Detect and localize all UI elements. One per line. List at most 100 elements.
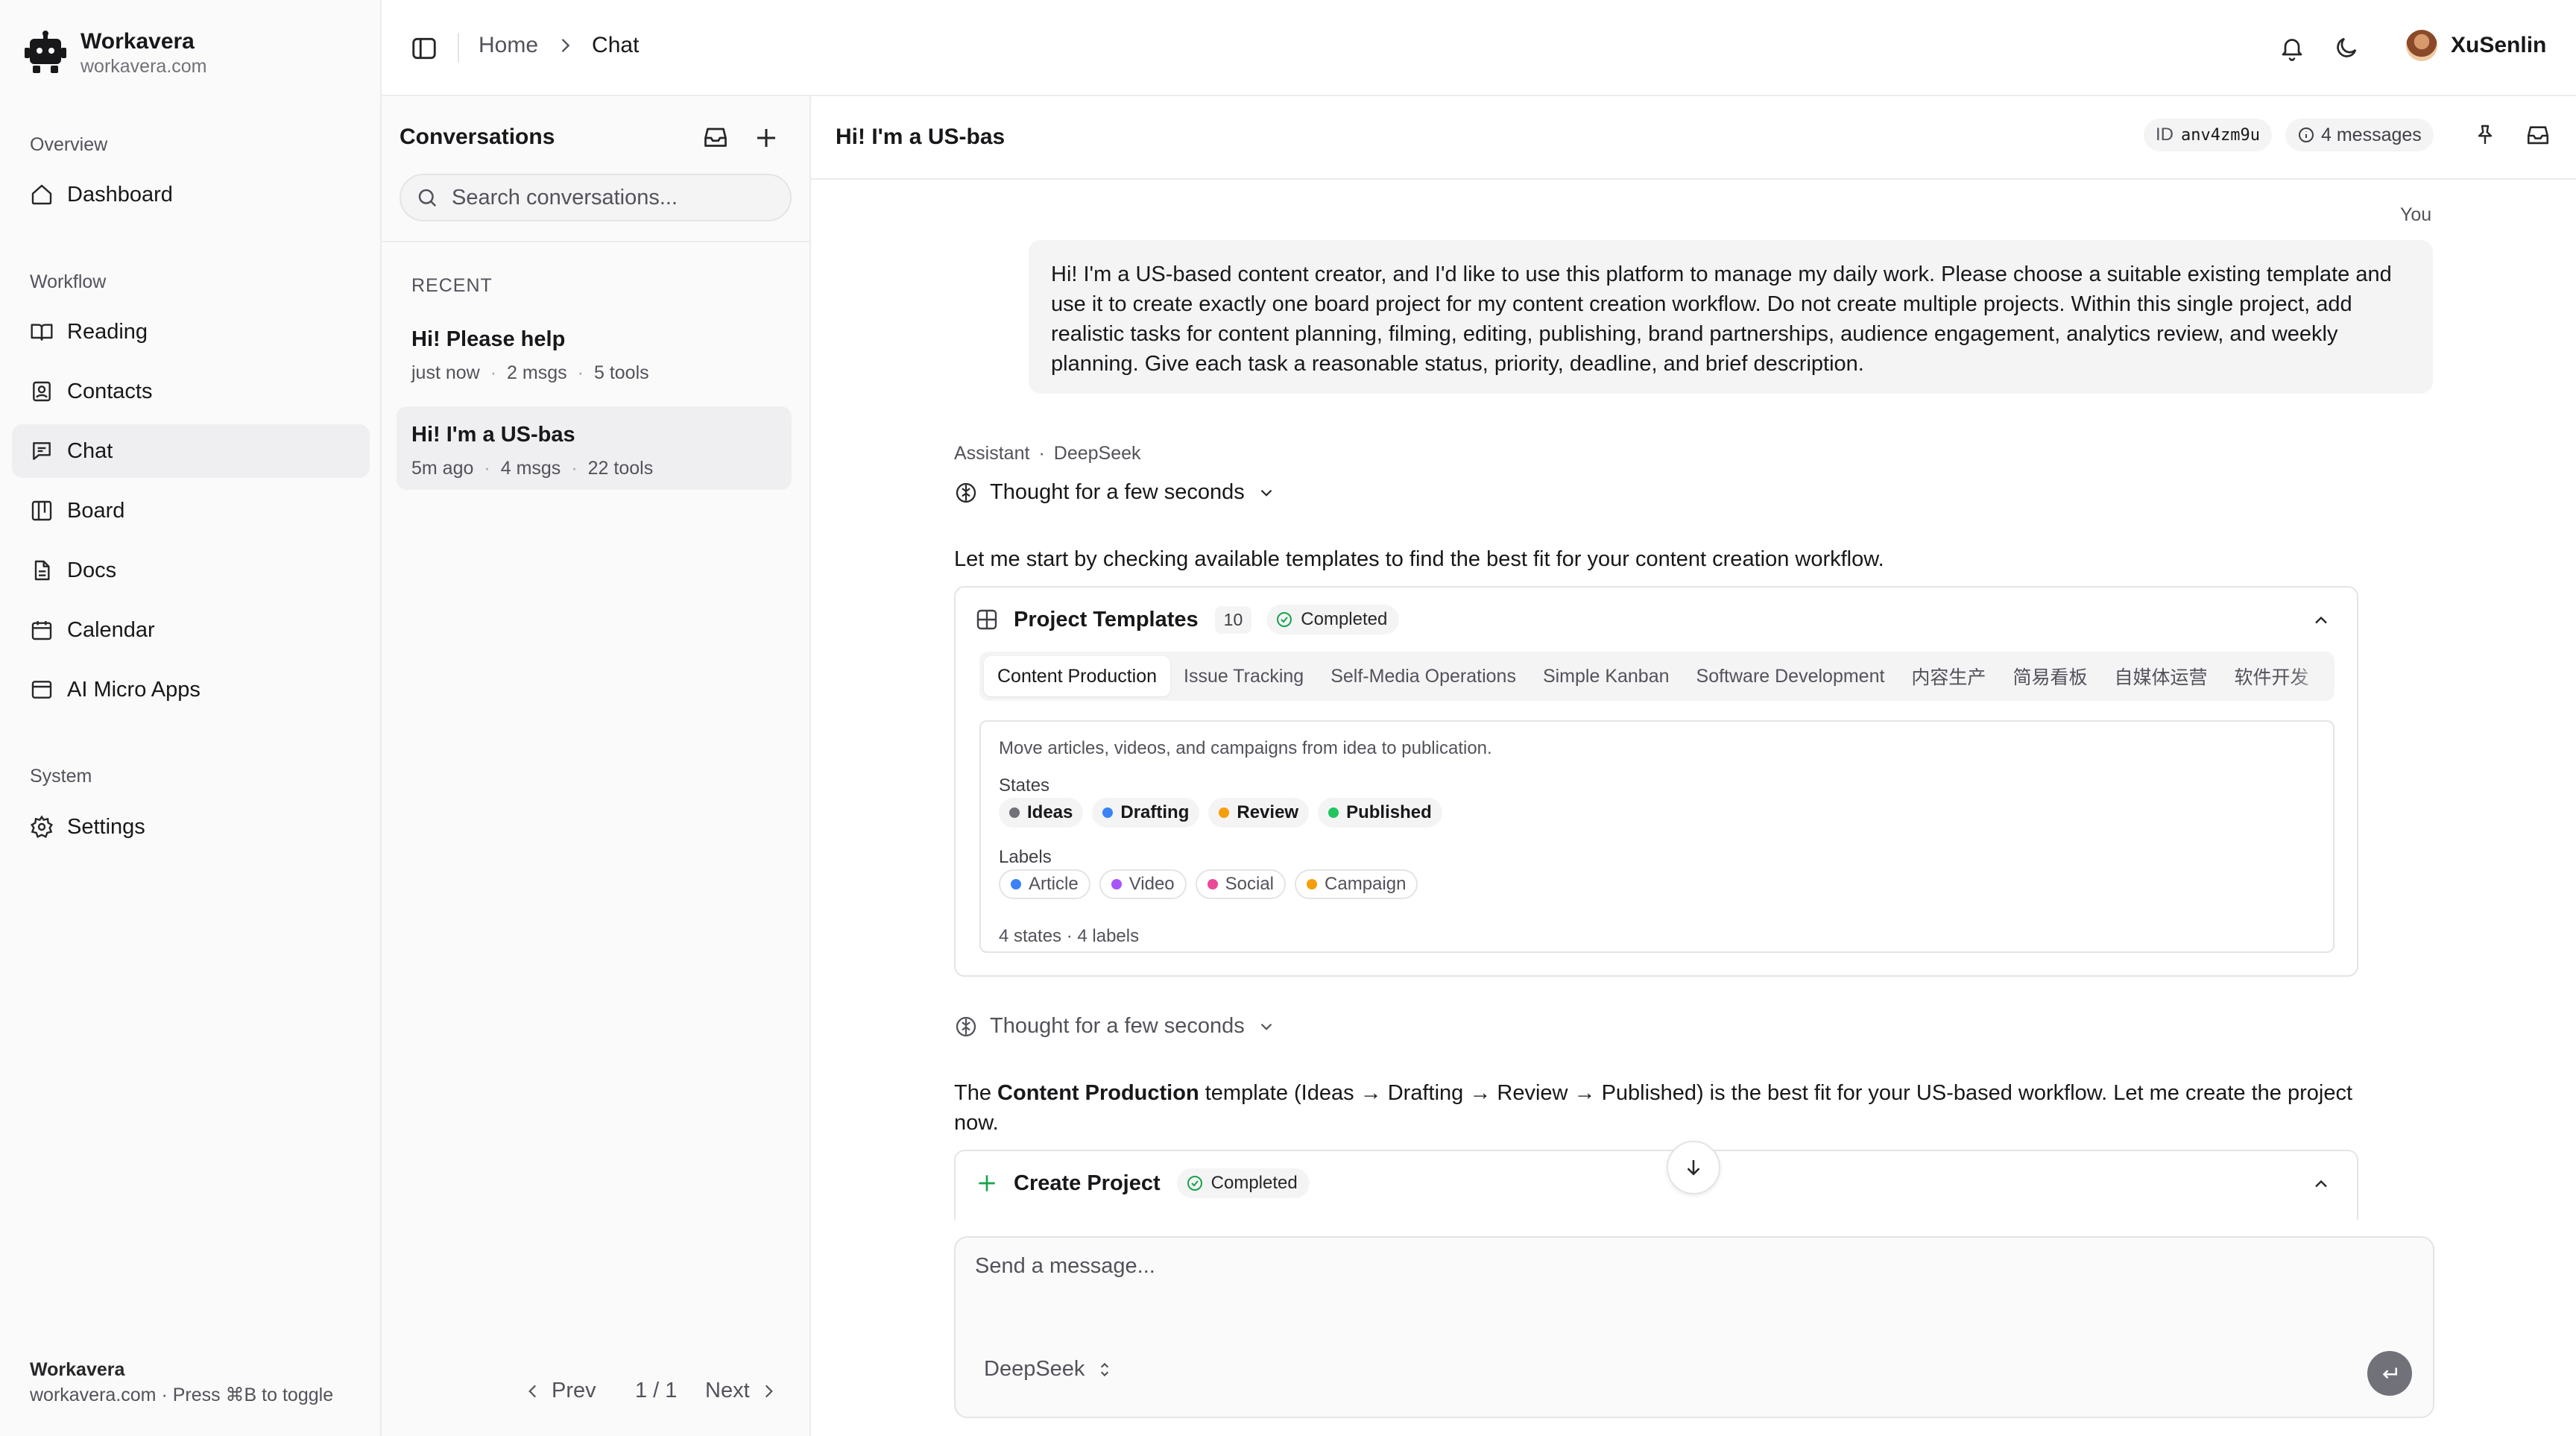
thought-label: Thought for a few seconds xyxy=(990,1014,1245,1038)
sidebar-item-chat[interactable]: Chat xyxy=(12,424,370,478)
conversations-panel: Conversations RECENT Hi! Please help jus… xyxy=(382,96,811,1436)
user-message: Hi! I'm a US-based content creator, and … xyxy=(1029,240,2433,394)
brain-icon xyxy=(956,1016,976,1036)
conversation-tools: 5 tools xyxy=(593,362,649,383)
search-input[interactable] xyxy=(450,184,778,211)
sidebar-item-docs[interactable]: Docs xyxy=(12,544,370,597)
archive-icon[interactable] xyxy=(702,125,729,151)
plus-icon xyxy=(979,1175,995,1191)
tab-software-development[interactable]: Software Development xyxy=(1683,656,1898,696)
info-icon xyxy=(2299,127,2314,142)
search-icon xyxy=(418,189,437,207)
chevron-up-icon[interactable] xyxy=(2311,1174,2332,1194)
state-name: Review xyxy=(1237,802,1299,822)
top-header: Home Chat XuSenlin xyxy=(382,0,2576,96)
chevron-down-icon xyxy=(1260,1023,1272,1030)
conversation-msgs: 4 msgs xyxy=(500,458,561,479)
tool-name: Create Project xyxy=(1014,1171,1161,1195)
tab-simple-kanban-zh[interactable]: 简易看板 xyxy=(1999,656,2100,696)
conversation-search xyxy=(400,174,792,221)
brand[interactable]: Workavera workavera.com xyxy=(22,28,207,78)
tool-card-create-project: Create Project Completed xyxy=(954,1150,2358,1220)
divider xyxy=(382,241,811,242)
board-icon xyxy=(31,500,52,521)
thought-label: Thought for a few seconds xyxy=(990,480,1245,504)
apps-icon xyxy=(31,681,52,699)
conversation-item-active[interactable]: Hi! I'm a US-bas 5m ago · 4 msgs · 22 tools xyxy=(397,406,792,490)
id-value: anv4zm9u xyxy=(2181,125,2260,145)
moon-icon[interactable] xyxy=(2333,34,2360,61)
check-circle-icon xyxy=(1277,612,1292,627)
tab-content-production-zh[interactable]: 内容生产 xyxy=(1898,656,1999,696)
conversation-id-badge[interactable]: ID anv4zm9u xyxy=(2144,119,2272,151)
breadcrumb: Home Chat xyxy=(479,33,639,58)
nav-section-system: System xyxy=(30,766,92,787)
pin-icon[interactable] xyxy=(2473,123,2497,147)
next-button[interactable]: Next xyxy=(705,1379,778,1403)
status-label: Completed xyxy=(1210,1173,1298,1193)
breadcrumb-home[interactable]: Home xyxy=(479,33,538,58)
conversation-msgs: 2 msgs xyxy=(507,362,567,383)
conversation-time: 5m ago xyxy=(411,458,474,479)
assistant-text: The Content Production template (Ideas →… xyxy=(954,1078,2355,1138)
scroll-to-bottom-button[interactable] xyxy=(1667,1141,1720,1194)
plus-icon[interactable] xyxy=(753,125,780,151)
user-menu[interactable]: XuSenlin xyxy=(2406,30,2546,61)
tool-card-header[interactable]: Project Templates 10 Completed xyxy=(956,588,2357,652)
template-description: Move articles, videos, and campaigns fro… xyxy=(999,738,1492,758)
sidebar-item-board[interactable]: Board xyxy=(12,484,370,538)
bell-icon[interactable] xyxy=(2279,34,2305,61)
enter-icon xyxy=(2382,1367,2397,1379)
sidebar-footer: Workavera workavera.com · Press ⌘B to to… xyxy=(30,1357,333,1408)
conversation-title: Hi! I'm a US-bas xyxy=(411,423,575,447)
label-dot xyxy=(1307,879,1318,889)
state-chips: Ideas Drafting Review Published xyxy=(999,798,1451,828)
sidebar-item-contacts[interactable]: Contacts xyxy=(12,365,370,418)
prev-label: Prev xyxy=(552,1379,596,1402)
sidebar-item-label: Dashboard xyxy=(67,182,173,207)
status-label: Completed xyxy=(1301,609,1388,629)
prev-button[interactable]: Prev xyxy=(523,1379,596,1403)
chevron-right-icon xyxy=(561,39,570,52)
conversation-item[interactable]: Hi! Please help just now · 2 msgs · 5 tools xyxy=(397,311,792,394)
label-name: Article xyxy=(1029,874,1079,894)
sidebar-item-calendar[interactable]: Calendar xyxy=(12,603,370,657)
archive-icon[interactable] xyxy=(2525,123,2551,148)
sidebar-item-label: Calendar xyxy=(67,617,155,642)
model-name: DeepSeek xyxy=(984,1357,1085,1381)
labels-heading: Labels xyxy=(999,847,1052,867)
thought-toggle[interactable]: Thought for a few seconds xyxy=(954,1014,1276,1039)
sidebar-item-ai-micro-apps[interactable]: AI Micro Apps xyxy=(12,663,370,717)
robot-logo-icon xyxy=(25,31,66,73)
sidebar-toggle-icon[interactable] xyxy=(410,34,438,63)
tab-issue-tracking[interactable]: Issue Tracking xyxy=(1170,656,1317,696)
main-sidebar: Workavera workavera.com Overview Dashboa… xyxy=(0,0,382,1436)
sidebar-item-reading[interactable]: Reading xyxy=(12,305,370,359)
thought-toggle[interactable]: Thought for a few seconds xyxy=(954,480,1276,505)
tab-self-media-operations[interactable]: Self-Media Operations xyxy=(1317,656,1530,696)
chevron-up-icon[interactable] xyxy=(2311,610,2332,631)
send-button[interactable] xyxy=(2367,1351,2412,1396)
message-input[interactable] xyxy=(973,1253,2390,1312)
assistant-model: DeepSeek xyxy=(1053,443,1141,464)
conversation-title: Hi! Please help xyxy=(411,327,566,351)
label-dot xyxy=(1111,879,1122,889)
chevron-left-icon xyxy=(528,1385,537,1397)
tool-card-header[interactable]: Create Project Completed xyxy=(956,1151,2357,1215)
sidebar-item-label: Docs xyxy=(67,558,117,582)
tab-content-production[interactable]: Content Production xyxy=(984,656,1171,696)
sidebar-item-dashboard[interactable]: Dashboard xyxy=(12,168,370,221)
label-name: Social xyxy=(1225,874,1275,894)
chevron-down-icon xyxy=(1260,489,1272,497)
user-name: XuSenlin xyxy=(2451,33,2547,57)
tab-self-media-zh[interactable]: 自媒体运营 xyxy=(2100,656,2220,696)
state-name: Published xyxy=(1346,802,1432,822)
tabs-fade xyxy=(2290,652,2334,701)
conversation-meta: just now · 2 msgs · 5 tools xyxy=(411,362,649,383)
label-chip: Article xyxy=(999,869,1090,899)
sidebar-item-settings[interactable]: Settings xyxy=(12,800,370,854)
message-count-badge: 4 messages xyxy=(2285,119,2434,151)
chat-icon xyxy=(33,442,51,460)
model-selector[interactable]: DeepSeek xyxy=(984,1357,1114,1382)
tab-simple-kanban[interactable]: Simple Kanban xyxy=(1530,656,1683,696)
